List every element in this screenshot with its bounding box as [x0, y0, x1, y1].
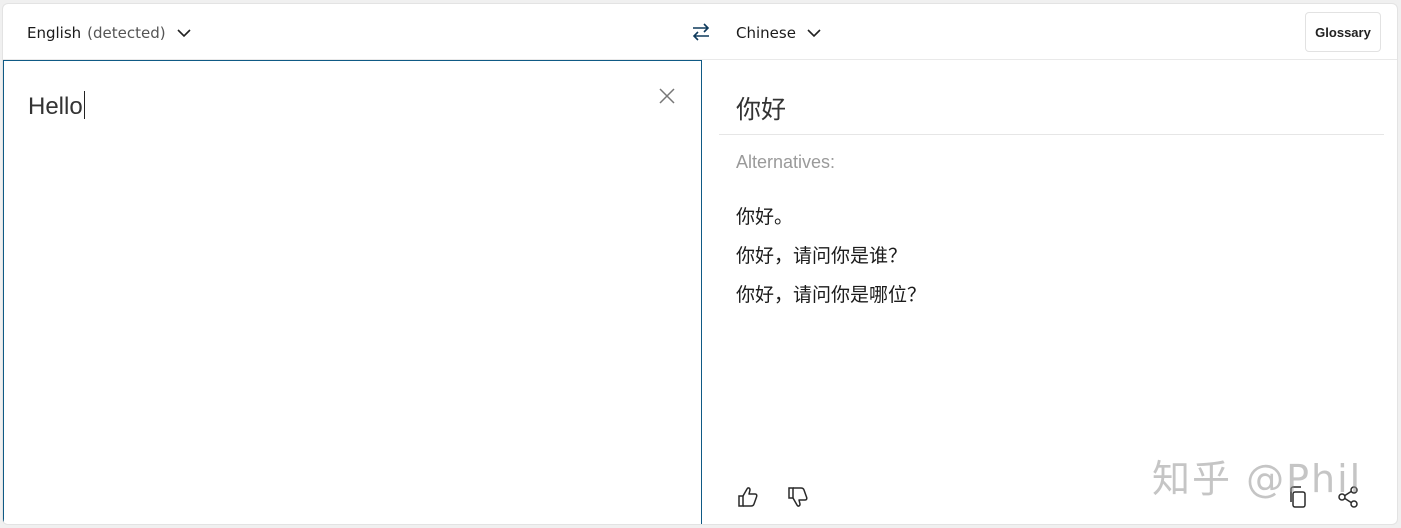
- divider: [719, 134, 1384, 135]
- language-bar: English (detected) Chinese Glossary: [3, 4, 1397, 60]
- swap-icon[interactable]: [689, 20, 713, 44]
- source-text-panel[interactable]: Hello: [3, 60, 702, 524]
- target-language-selector[interactable]: Chinese: [736, 22, 822, 44]
- alternative-item[interactable]: 你好，请问你是哪位？: [736, 276, 926, 315]
- source-language-label: English: [27, 24, 82, 42]
- thumbs-down-icon[interactable]: [785, 484, 811, 510]
- alternatives-label: Alternatives:: [736, 152, 836, 172]
- source-language-selector[interactable]: English (detected): [27, 22, 192, 44]
- text-caret: [83, 91, 85, 119]
- watermark: 知乎 @Phil: [1152, 457, 1363, 501]
- alternatives-list: 你好。 你好，请问你是谁？ 你好，请问你是哪位？: [736, 198, 926, 315]
- alternative-item[interactable]: 你好，请问你是谁？: [736, 237, 926, 276]
- chevron-down-icon: [177, 29, 191, 38]
- thumbs-up-icon[interactable]: [735, 484, 761, 510]
- translation-text: 你好: [736, 95, 787, 124]
- target-language-label: Chinese: [736, 24, 796, 42]
- source-text: Hello: [28, 93, 83, 120]
- detected-label: (detected): [87, 24, 166, 42]
- close-icon[interactable]: [658, 87, 676, 105]
- glossary-button[interactable]: Glossary: [1305, 12, 1381, 52]
- alternative-item[interactable]: 你好。: [736, 198, 926, 237]
- source-text-input[interactable]: Hello: [28, 91, 85, 121]
- chevron-down-icon: [807, 29, 821, 38]
- translator-app: English (detected) Chinese Glossary Hell…: [2, 3, 1398, 525]
